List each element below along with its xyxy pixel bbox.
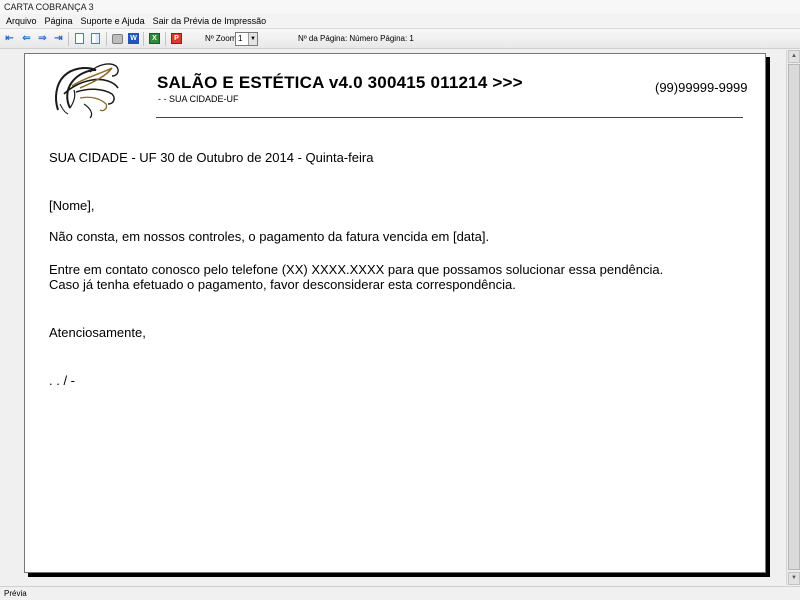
menu-pagina[interactable]: Página (41, 14, 77, 28)
scrollbar-thumb[interactable] (788, 64, 800, 570)
status-bar: Prévia (0, 586, 800, 600)
previous-page-icon[interactable]: ⇐ (21, 32, 32, 45)
two-pages-icon[interactable] (91, 33, 100, 44)
zoom-label: Nº Zoom (205, 34, 237, 43)
window-title: CARTA COBRANÇA 3 (0, 0, 800, 14)
chevron-down-icon[interactable]: ▼ (248, 33, 257, 45)
export-pdf-icon[interactable]: P (171, 33, 182, 44)
menu-suporte-ajuda[interactable]: Suporte e Ajuda (77, 14, 149, 28)
menu-arquivo[interactable]: Arquivo (2, 14, 41, 28)
print-icon[interactable] (112, 34, 123, 44)
toolbar-separator (68, 32, 69, 46)
paragraph-1: Não consta, em nossos controles, o pagam… (49, 229, 490, 244)
zoom-value: 1 (238, 34, 243, 43)
export-excel-icon[interactable]: X (149, 33, 160, 44)
vertical-scrollbar[interactable]: ▲ ▼ (786, 50, 800, 585)
toolbar-separator (106, 32, 107, 46)
first-page-icon[interactable]: ⇤ (4, 32, 15, 45)
last-page-icon[interactable]: ⇥ (53, 32, 64, 45)
date-line: SUA CIDADE - UF 30 de Outubro de 2014 - … (49, 150, 374, 165)
menu-bar: Arquivo Página Suporte e Ajuda Sair da P… (0, 14, 800, 29)
next-page-icon[interactable]: ⇒ (37, 32, 48, 45)
toolbar-separator (143, 32, 144, 46)
company-title: SALÃO E ESTÉTICA v4.0 300415 011214 >>> (157, 73, 523, 92)
page-width-icon[interactable]: W (128, 33, 139, 44)
header-divider (156, 117, 743, 118)
salon-logo (55, 63, 119, 119)
signature-line: . . / - (49, 373, 75, 388)
paragraph-2-line-2: Caso já tenha efetuado o pagamento, favo… (49, 277, 516, 292)
menu-sair-previa[interactable]: Sair da Prévia de Impressão (149, 14, 271, 28)
company-phone: (99)99999-9999 (655, 80, 748, 95)
scroll-down-icon[interactable]: ▼ (788, 572, 800, 585)
single-page-icon[interactable] (75, 33, 84, 44)
closing: Atenciosamente, (49, 325, 146, 340)
page-number-info: Nº da Página: Número Página: 1 (298, 34, 414, 43)
greeting: [Nome], (49, 198, 95, 213)
scroll-up-icon[interactable]: ▲ (788, 50, 800, 63)
document-page (24, 53, 766, 573)
toolbar: ⇤ ⇐ ⇒ ⇥ W X P Nº Zoom 1 ▼ Nº da Página: … (0, 29, 800, 49)
toolbar-separator (165, 32, 166, 46)
zoom-select[interactable]: 1 ▼ (235, 32, 258, 46)
company-address: - - SUA CIDADE-UF (158, 94, 239, 104)
paragraph-2-line-1: Entre em contato conosco pelo telefone (… (49, 262, 664, 277)
